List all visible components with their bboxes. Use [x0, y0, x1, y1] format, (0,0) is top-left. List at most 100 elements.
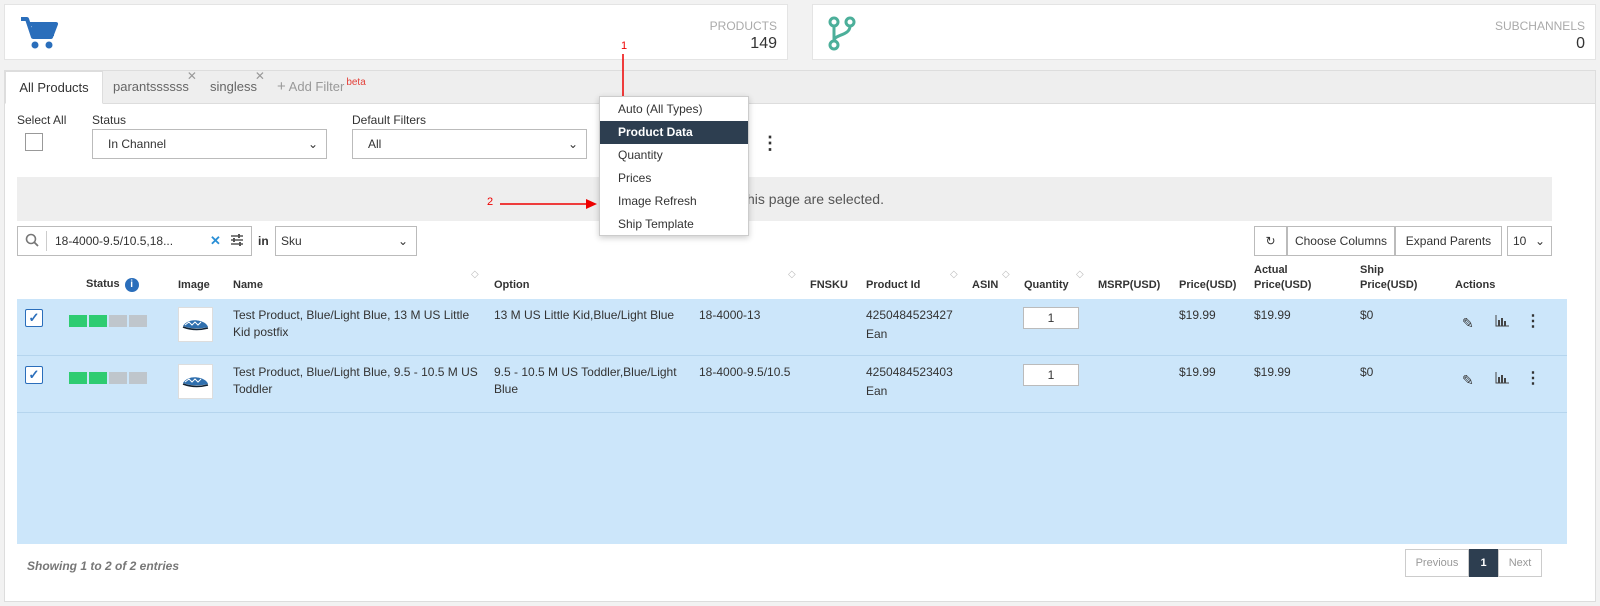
clear-icon[interactable]: ✕: [210, 233, 221, 249]
search-field-value: Sku: [281, 234, 302, 248]
expand-parents-button[interactable]: Expand Parents: [1395, 226, 1502, 256]
edit-icon[interactable]: ✎: [1462, 372, 1474, 389]
status-select[interactable]: In Channel ⌄: [92, 129, 327, 159]
row-checkbox[interactable]: ✓: [25, 309, 43, 327]
page-size-value: 10: [1513, 234, 1527, 248]
col-fnsku: FNSKU: [810, 279, 848, 291]
sliders-icon[interactable]: [230, 233, 244, 250]
tab-parantssssss[interactable]: parantssssss ✕: [113, 69, 197, 104]
product-id-type: Ean: [866, 327, 888, 341]
default-filters-label: Default Filters: [352, 113, 427, 127]
row-checkbox[interactable]: ✓: [25, 366, 43, 384]
add-filter-label: Add Filter: [288, 79, 345, 94]
actual-price: $19.99: [1254, 308, 1291, 322]
vertical-dots-icon[interactable]: ⋮: [1525, 370, 1541, 387]
status-label: Status: [92, 113, 127, 127]
vertical-dots-icon: ⋮: [761, 133, 779, 153]
more-options-button[interactable]: ⋮: [761, 126, 779, 160]
sort-icon[interactable]: ◇: [950, 269, 958, 280]
table-row[interactable]: ✓ Test Product, Blue/Light Blue, 9.5 - 1…: [17, 356, 1567, 413]
chart-icon[interactable]: [1495, 372, 1509, 389]
col-image: Image: [178, 279, 210, 291]
next-button[interactable]: Next: [1498, 549, 1542, 577]
search-field-select[interactable]: Sku ⌄: [275, 226, 417, 256]
tab-all-products[interactable]: All Products: [5, 71, 103, 104]
col-status[interactable]: Status i: [86, 278, 139, 292]
previous-button[interactable]: Previous: [1405, 549, 1469, 577]
product-id: 4250484523427: [866, 308, 953, 322]
annotation-2: 2: [487, 196, 494, 208]
sort-icon[interactable]: ◇: [1076, 269, 1084, 280]
product-sku: 18-4000-9.5/10.5: [699, 365, 791, 379]
products-label: PRODUCTS: [709, 19, 777, 33]
sync-dropdown-menu: Auto (All Types) Product Data Quantity P…: [599, 96, 749, 236]
col-actual-price-line1: Actual: [1254, 264, 1288, 276]
default-filters-value: All: [368, 137, 382, 151]
menu-item-auto[interactable]: Auto (All Types): [600, 98, 748, 121]
choose-columns-button[interactable]: Choose Columns: [1287, 226, 1395, 256]
chevron-down-icon: ⌄: [1534, 234, 1545, 248]
col-actions: Actions: [1455, 279, 1496, 291]
subchannels-card: SUBCHANNELS 0: [812, 4, 1596, 60]
col-ship-price-line1: Ship: [1360, 264, 1384, 276]
product-thumbnail[interactable]: [178, 364, 213, 399]
search-input[interactable]: 18-4000-9.5/10.5,18...: [55, 234, 173, 248]
menu-item-image-refresh[interactable]: Image Refresh: [600, 190, 748, 213]
refresh-icon: ↻: [1265, 234, 1276, 248]
info-icon[interactable]: i: [124, 278, 139, 292]
menu-item-prices[interactable]: Prices: [600, 167, 748, 190]
vertical-dots-icon[interactable]: ⋮: [1525, 313, 1541, 330]
tab-label: singless: [210, 79, 257, 94]
quantity-input[interactable]: 1: [1023, 307, 1079, 329]
price: $19.99: [1179, 308, 1216, 322]
entries-info: Showing 1 to 2 of 2 entries: [27, 559, 180, 573]
subchannels-count: 0: [1576, 35, 1585, 52]
col-product-id[interactable]: Product Id: [866, 279, 920, 291]
col-name[interactable]: Name: [233, 279, 263, 291]
tab-label: parantssssss: [113, 79, 189, 94]
col-actual-price-line2: Price(USD): [1254, 279, 1312, 291]
selection-notice-text: his page are selected.: [747, 191, 884, 207]
shopping-cart-icon: [19, 15, 59, 54]
product-name[interactable]: Test Product, Blue/Light Blue, 13 M US L…: [233, 307, 478, 341]
products-count: 149: [750, 35, 777, 52]
product-name[interactable]: Test Product, Blue/Light Blue, 9.5 - 10.…: [233, 364, 478, 398]
sort-icon[interactable]: ◇: [1002, 269, 1010, 280]
quantity-input[interactable]: 1: [1023, 364, 1079, 386]
edit-icon[interactable]: ✎: [1462, 315, 1474, 332]
sort-icon[interactable]: ◇: [788, 269, 796, 280]
menu-item-ship-template[interactable]: Ship Template: [600, 213, 748, 236]
page-1-button[interactable]: 1: [1469, 549, 1498, 577]
ship-price: $0: [1360, 365, 1374, 379]
col-option[interactable]: Option: [494, 279, 529, 291]
refresh-button[interactable]: ↻: [1254, 226, 1287, 256]
add-filter-button[interactable]: + Add Filter beta: [277, 71, 366, 104]
product-sku: 18-4000-13: [699, 308, 761, 322]
chart-icon[interactable]: [1495, 315, 1509, 332]
actual-price: $19.99: [1254, 365, 1291, 379]
col-asin[interactable]: ASIN: [972, 279, 998, 291]
search-icon: [25, 233, 39, 250]
search-box[interactable]: 18-4000-9.5/10.5,18... ✕: [17, 226, 252, 256]
filter-tabs: All Products parantssssss ✕ singless ✕ +…: [5, 69, 1595, 104]
page-size-select[interactable]: 10 ⌄: [1507, 226, 1552, 256]
menu-item-quantity[interactable]: Quantity: [600, 144, 748, 167]
close-icon[interactable]: ✕: [187, 61, 197, 92]
search-in-label: in: [258, 234, 269, 248]
close-icon[interactable]: ✕: [255, 61, 265, 92]
product-thumbnail[interactable]: [178, 307, 213, 342]
tab-singless[interactable]: singless ✕: [210, 69, 265, 104]
table-row[interactable]: ✓ Test Product, Blue/Light Blue, 13 M US…: [17, 299, 1567, 356]
products-card: PRODUCTS 149: [4, 4, 788, 60]
menu-item-product-data[interactable]: Product Data: [600, 121, 748, 144]
selection-notice: his page are selected.: [17, 177, 1552, 221]
product-id-type: Ean: [866, 384, 888, 398]
branch-icon: [827, 15, 857, 54]
col-ship-price-line2: Price(USD): [1360, 279, 1418, 291]
products-panel: All Products parantssssss ✕ singless ✕ +…: [4, 69, 1596, 602]
price: $19.99: [1179, 365, 1216, 379]
col-quantity[interactable]: Quantity: [1024, 279, 1069, 291]
default-filters-select[interactable]: All ⌄: [352, 129, 587, 159]
sort-icon[interactable]: ◇: [471, 269, 479, 280]
select-all-checkbox[interactable]: [25, 133, 43, 151]
